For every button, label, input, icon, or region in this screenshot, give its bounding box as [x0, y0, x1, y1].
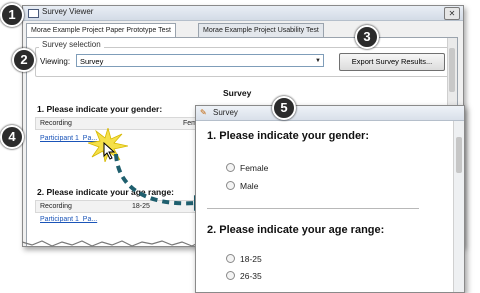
viewing-select-value: Survey: [80, 57, 104, 66]
popup-title: Survey: [213, 108, 238, 117]
chevron-down-icon: ▼: [315, 58, 321, 64]
window-icon: [28, 9, 39, 18]
radio-button[interactable]: [226, 163, 235, 172]
radio-label: Female: [240, 163, 269, 173]
column-header-recording: Recording: [40, 120, 72, 127]
survey-popup-window: ✎ Survey 1. Please indicate your gender:…: [195, 105, 465, 293]
scrollbar-thumb[interactable]: [449, 48, 455, 92]
viewing-label: Viewing:: [40, 57, 71, 66]
radio-label: 26-35: [240, 271, 262, 281]
torn-edge: [22, 240, 222, 247]
popup-scrollbar-thumb[interactable]: [456, 137, 462, 173]
close-button[interactable]: ✕: [444, 7, 460, 20]
radio-option-male[interactable]: Male: [226, 181, 258, 191]
radio-button[interactable]: [226, 271, 235, 280]
radio-option-26-35[interactable]: 26-35: [226, 271, 262, 281]
radio-option-female[interactable]: Female: [226, 163, 268, 173]
callout-badge-5: 5: [272, 96, 296, 120]
popup-question-2: 2. Please indicate your age range:: [207, 224, 385, 236]
popup-question-1: 1. Please indicate your gender:: [207, 130, 370, 142]
survey-selection-legend: Survey selection: [39, 40, 104, 49]
callout-badge-1: 1: [0, 3, 24, 27]
participant-link-q2[interactable]: Participant 1_Pa...: [40, 216, 97, 223]
question-1-text: 1. Please indicate your gender:: [37, 104, 163, 114]
window-title: Survey Viewer: [42, 7, 94, 16]
radio-button[interactable]: [226, 181, 235, 190]
callout-badge-3: 3: [355, 25, 379, 49]
divider: [207, 208, 419, 209]
popup-scrollbar[interactable]: [453, 121, 464, 292]
survey-heading: Survey: [223, 88, 252, 98]
export-survey-results-button[interactable]: Export Survey Results...: [339, 53, 445, 71]
pencil-icon: ✎: [200, 108, 207, 117]
radio-label: Male: [240, 181, 259, 191]
tab-usability-test[interactable]: Morae Example Project Usability Test: [198, 23, 324, 37]
radio-label: 18-25: [240, 254, 262, 264]
column-header-recording: Recording: [40, 203, 72, 210]
callout-badge-2: 2: [12, 48, 36, 72]
callout-badge-4: 4: [0, 125, 24, 149]
viewing-select[interactable]: Survey ▼: [76, 54, 324, 67]
title-bar: Survey Viewer ✕: [23, 6, 463, 21]
popup-title-bar: ✎ Survey: [196, 106, 464, 121]
tab-paper-prototype-test[interactable]: Morae Example Project Paper Prototype Te…: [26, 23, 176, 38]
radio-button[interactable]: [226, 254, 235, 263]
radio-option-18-25[interactable]: 18-25: [226, 254, 262, 264]
